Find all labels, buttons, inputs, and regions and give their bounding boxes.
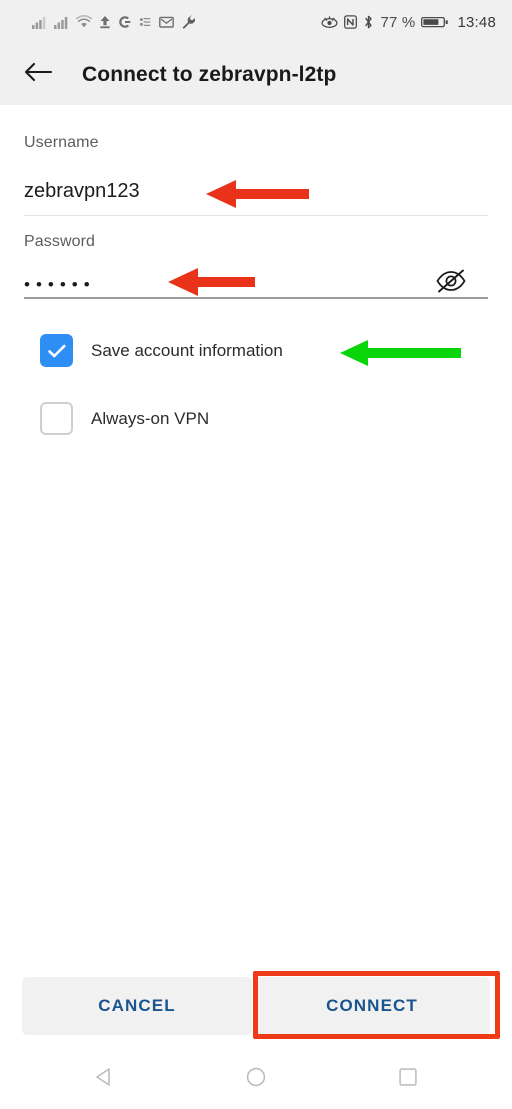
connect-button[interactable]: CONNECT — [254, 977, 490, 1035]
signal-bars-sim1-icon — [32, 15, 47, 29]
status-bar-clock: 13:48 — [457, 13, 496, 31]
nav-home-button[interactable] — [232, 1056, 280, 1104]
system-navigation-bar — [0, 1050, 512, 1109]
checkbox-row-always-on-vpn[interactable]: Always-on VPN — [40, 402, 209, 435]
google-g-icon — [118, 15, 132, 29]
eye-care-icon — [321, 15, 339, 29]
checkbox-label-always-on-vpn: Always-on VPN — [91, 408, 210, 428]
bluetooth-icon — [363, 15, 374, 29]
password-visibility-toggle[interactable] — [434, 268, 468, 298]
page-title: Connect to zebravpn-l2tp — [82, 62, 337, 86]
gmail-envelope-icon — [159, 15, 174, 29]
form-content: Username zebravpn123 Password •••••• Sav — [0, 105, 512, 958]
nav-back-button[interactable] — [80, 1056, 128, 1104]
username-input[interactable]: zebravpn123 — [24, 180, 324, 203]
username-label: Username — [24, 134, 99, 151]
back-arrow-icon — [23, 60, 53, 89]
password-input[interactable]: •••••• — [24, 275, 264, 295]
wrench-icon — [181, 15, 196, 29]
battery-percent-label: 77 % — [380, 13, 416, 31]
button-bar: CANCEL CONNECT — [0, 977, 512, 1035]
back-button[interactable] — [8, 44, 68, 105]
nav-back-triangle-icon — [93, 1066, 115, 1093]
username-field-group: Username — [24, 134, 488, 152]
eye-off-icon — [435, 268, 467, 299]
username-divider — [24, 215, 488, 216]
signal-bars-sim2-icon — [54, 15, 69, 29]
checkbox-checked-icon[interactable] — [40, 334, 73, 367]
password-divider — [24, 297, 488, 299]
status-bar: 77 % 13:48 — [0, 0, 512, 44]
phone-screen: 77 % 13:48 Connect to zebravpn-l2tp User… — [0, 0, 512, 1109]
upload-arrow-icon — [99, 15, 111, 29]
nav-recents-square-icon — [397, 1066, 419, 1093]
battery-icon — [421, 15, 449, 29]
nfc-icon — [344, 15, 358, 29]
status-bar-left-icons — [32, 0, 196, 44]
checkbox-row-save-account[interactable]: Save account information — [40, 334, 283, 367]
dots-sync-icon — [139, 15, 152, 29]
password-label: Password — [24, 233, 96, 250]
nav-home-circle-icon — [245, 1066, 267, 1093]
cancel-button[interactable]: CANCEL — [22, 977, 252, 1035]
checkbox-label-save-account: Save account information — [91, 340, 283, 360]
status-bar-right-icons: 77 % 13:48 — [321, 0, 496, 44]
password-field-group: Password — [24, 233, 488, 251]
wifi-icon — [76, 15, 92, 29]
nav-recents-button[interactable] — [384, 1056, 432, 1104]
checkbox-unchecked-icon[interactable] — [40, 402, 73, 435]
app-bar: Connect to zebravpn-l2tp — [0, 44, 512, 105]
